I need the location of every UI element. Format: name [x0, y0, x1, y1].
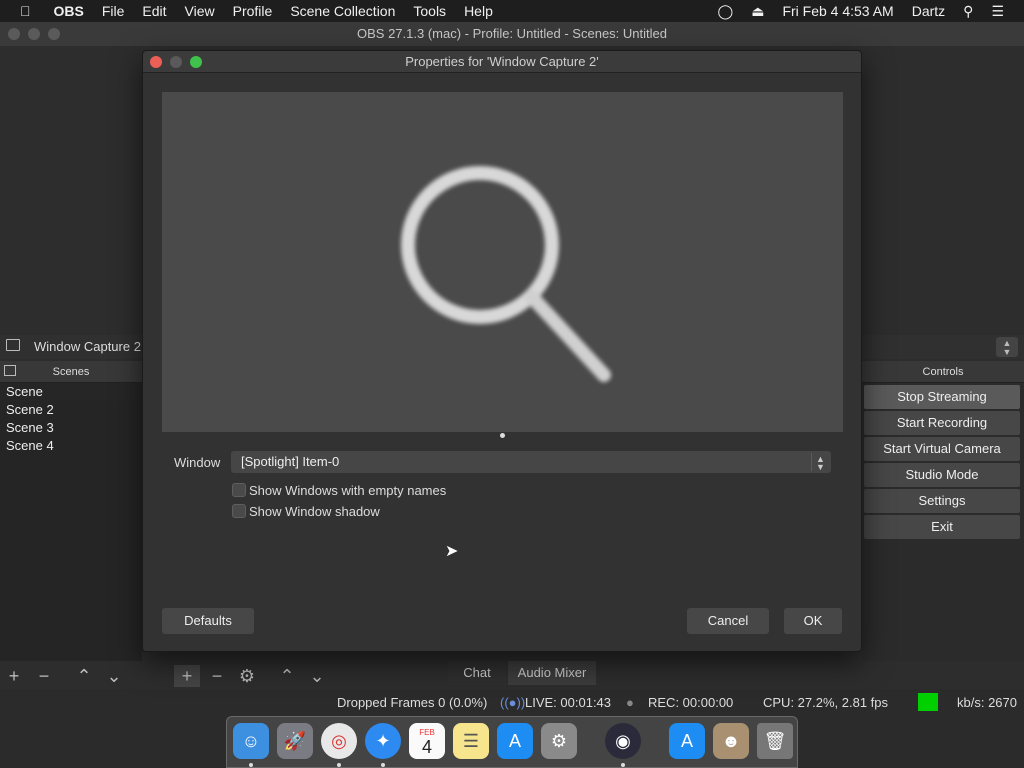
dialog-titlebar: Properties for 'Window Capture 2': [143, 51, 861, 73]
app-store-folder-icon[interactable]: A: [669, 723, 705, 759]
notes-icon[interactable]: ☰: [453, 723, 489, 759]
remove-scene-icon[interactable]: −: [31, 665, 57, 687]
controls-dock: Controls Stop Streaming Start Recording …: [862, 361, 1024, 661]
calendar-icon[interactable]: FEB 4: [409, 723, 445, 759]
macos-dock: ☺ 🚀 ◎ ✦ FEB 4 ☰ A ⚙ ◉ A ☻ 🗑: [226, 716, 798, 768]
scene-item[interactable]: Scene 2: [0, 401, 142, 419]
dialog-minimize-button[interactable]: [170, 56, 182, 68]
dialog-zoom-button[interactable]: [190, 56, 202, 68]
dock-float-icon[interactable]: [4, 365, 16, 376]
obs-status-icon[interactable]: ◯: [709, 3, 743, 20]
menubar-user[interactable]: Dartz: [903, 3, 954, 19]
dialog-title: Properties for 'Window Capture 2': [405, 54, 599, 69]
finder-icon[interactable]: ☺: [233, 723, 269, 759]
source-select-stepper[interactable]: ▲ ▼: [996, 337, 1018, 357]
menu-tools[interactable]: Tools: [404, 3, 455, 19]
menu-edit[interactable]: Edit: [133, 3, 175, 19]
move-source-up-icon[interactable]: ⌃: [274, 665, 300, 687]
eject-icon[interactable]: ⏏: [742, 3, 773, 20]
menu-bar:  OBS File Edit View Profile Scene Colle…: [0, 0, 1024, 22]
source-properties-gear-icon[interactable]: ⚙: [234, 665, 260, 687]
live-broadcast-icon: ((●)): [500, 695, 526, 710]
close-window-button[interactable]: [8, 28, 20, 40]
selected-source-label: Window Capture 2: [34, 339, 141, 354]
controls-header: Controls: [862, 361, 1024, 383]
move-source-down-icon[interactable]: ⌄: [304, 665, 330, 687]
spotlight-search-icon[interactable]: ⚲: [954, 3, 982, 20]
dialog-close-button[interactable]: [150, 56, 162, 68]
menu-obs[interactable]: OBS: [45, 3, 93, 19]
rec-timer: REC: 00:00:00: [648, 695, 734, 710]
window-source-icon: [6, 339, 20, 351]
studio-mode-button[interactable]: Studio Mode: [864, 463, 1020, 487]
menu-file[interactable]: File: [93, 3, 134, 19]
start-recording-button[interactable]: Start Recording: [864, 411, 1020, 435]
stream-health-indicator: [918, 693, 938, 711]
safari-icon[interactable]: ✦: [365, 723, 401, 759]
mouse-cursor-icon: ➤: [445, 543, 459, 560]
system-preferences-icon[interactable]: ⚙: [541, 723, 577, 759]
control-center-icon[interactable]: ☰: [982, 3, 1024, 20]
photo-folder-icon[interactable]: ☻: [713, 723, 749, 759]
cancel-button[interactable]: Cancel: [687, 608, 769, 634]
chrome-icon[interactable]: ◎: [321, 723, 357, 759]
move-scene-up-icon[interactable]: ⌃: [71, 665, 97, 687]
window-select[interactable]: [Spotlight] Item-0 ▲ ▼: [231, 451, 831, 473]
record-dot-icon: ●: [626, 695, 634, 710]
defaults-button[interactable]: Defaults: [162, 608, 254, 634]
ok-button[interactable]: OK: [784, 608, 842, 634]
menu-view[interactable]: View: [176, 3, 224, 19]
menu-scene-collection[interactable]: Scene Collection: [281, 3, 404, 19]
tab-audio-mixer[interactable]: Audio Mixer: [508, 661, 596, 685]
scene-item[interactable]: Scene: [0, 383, 142, 401]
status-bar: Dropped Frames 0 (0.0%) ((●)) LIVE: 00:0…: [0, 689, 1024, 716]
obs-window-titlebar: OBS 27.1.3 (mac) - Profile: Untitled - S…: [0, 22, 1024, 46]
scene-item[interactable]: Scene 4: [0, 437, 142, 455]
cpu-fps-status: CPU: 27.2%, 2.81 fps: [763, 695, 889, 710]
add-source-icon[interactable]: +: [174, 665, 200, 687]
calendar-day: 4: [421, 737, 432, 757]
stop-streaming-button[interactable]: Stop Streaming: [864, 385, 1020, 409]
apple-icon[interactable]: : [0, 3, 45, 19]
tab-chat[interactable]: Chat: [448, 661, 506, 685]
start-virtual-camera-button[interactable]: Start Virtual Camera: [864, 437, 1020, 461]
window-shadow-checkbox[interactable]: [232, 504, 246, 518]
magnifier-icon: [401, 166, 611, 382]
obs-window-title: OBS 27.1.3 (mac) - Profile: Untitled - S…: [357, 26, 667, 41]
menu-help[interactable]: Help: [455, 3, 502, 19]
menubar-clock[interactable]: Fri Feb 4 4:53 AM: [773, 3, 902, 19]
app-store-icon[interactable]: A: [497, 723, 533, 759]
zoom-window-button[interactable]: [48, 28, 60, 40]
remove-source-icon[interactable]: −: [204, 665, 230, 687]
launchpad-icon[interactable]: 🚀: [277, 723, 313, 759]
window-select-value: [Spotlight] Item-0: [241, 454, 340, 469]
scenes-title: Scenes: [52, 366, 90, 378]
preview-resize-handle[interactable]: [500, 433, 505, 438]
bitrate-status: kb/s: 2670: [957, 695, 1017, 710]
window-shadow-label[interactable]: Show Window shadow: [249, 504, 380, 519]
properties-dialog: Properties for 'Window Capture 2' Window…: [142, 50, 862, 652]
dock-tabs: Chat Audio Mixer: [448, 661, 598, 685]
add-scene-icon[interactable]: +: [1, 665, 27, 687]
chevron-updown-icon: ▲ ▼: [811, 453, 829, 472]
scene-item[interactable]: Scene 3: [0, 419, 142, 437]
live-timer: LIVE: 00:01:43: [525, 695, 612, 710]
empty-names-checkbox[interactable]: [232, 483, 246, 497]
obs-icon[interactable]: ◉: [605, 723, 641, 759]
capture-preview: [162, 92, 843, 432]
menu-profile[interactable]: Profile: [224, 3, 282, 19]
settings-button[interactable]: Settings: [864, 489, 1020, 513]
empty-names-label[interactable]: Show Windows with empty names: [249, 483, 446, 498]
dropped-frames-status: Dropped Frames 0 (0.0%): [337, 695, 488, 710]
scenes-header: Scenes: [0, 361, 142, 383]
exit-button[interactable]: Exit: [864, 515, 1020, 539]
trash-icon[interactable]: 🗑: [757, 723, 793, 759]
minimize-window-button[interactable]: [28, 28, 40, 40]
move-scene-down-icon[interactable]: ⌄: [101, 665, 127, 687]
window-label: Window: [174, 455, 221, 470]
scenes-dock: Scenes Scene Scene 2 Scene 3 Scene 4: [0, 361, 142, 661]
